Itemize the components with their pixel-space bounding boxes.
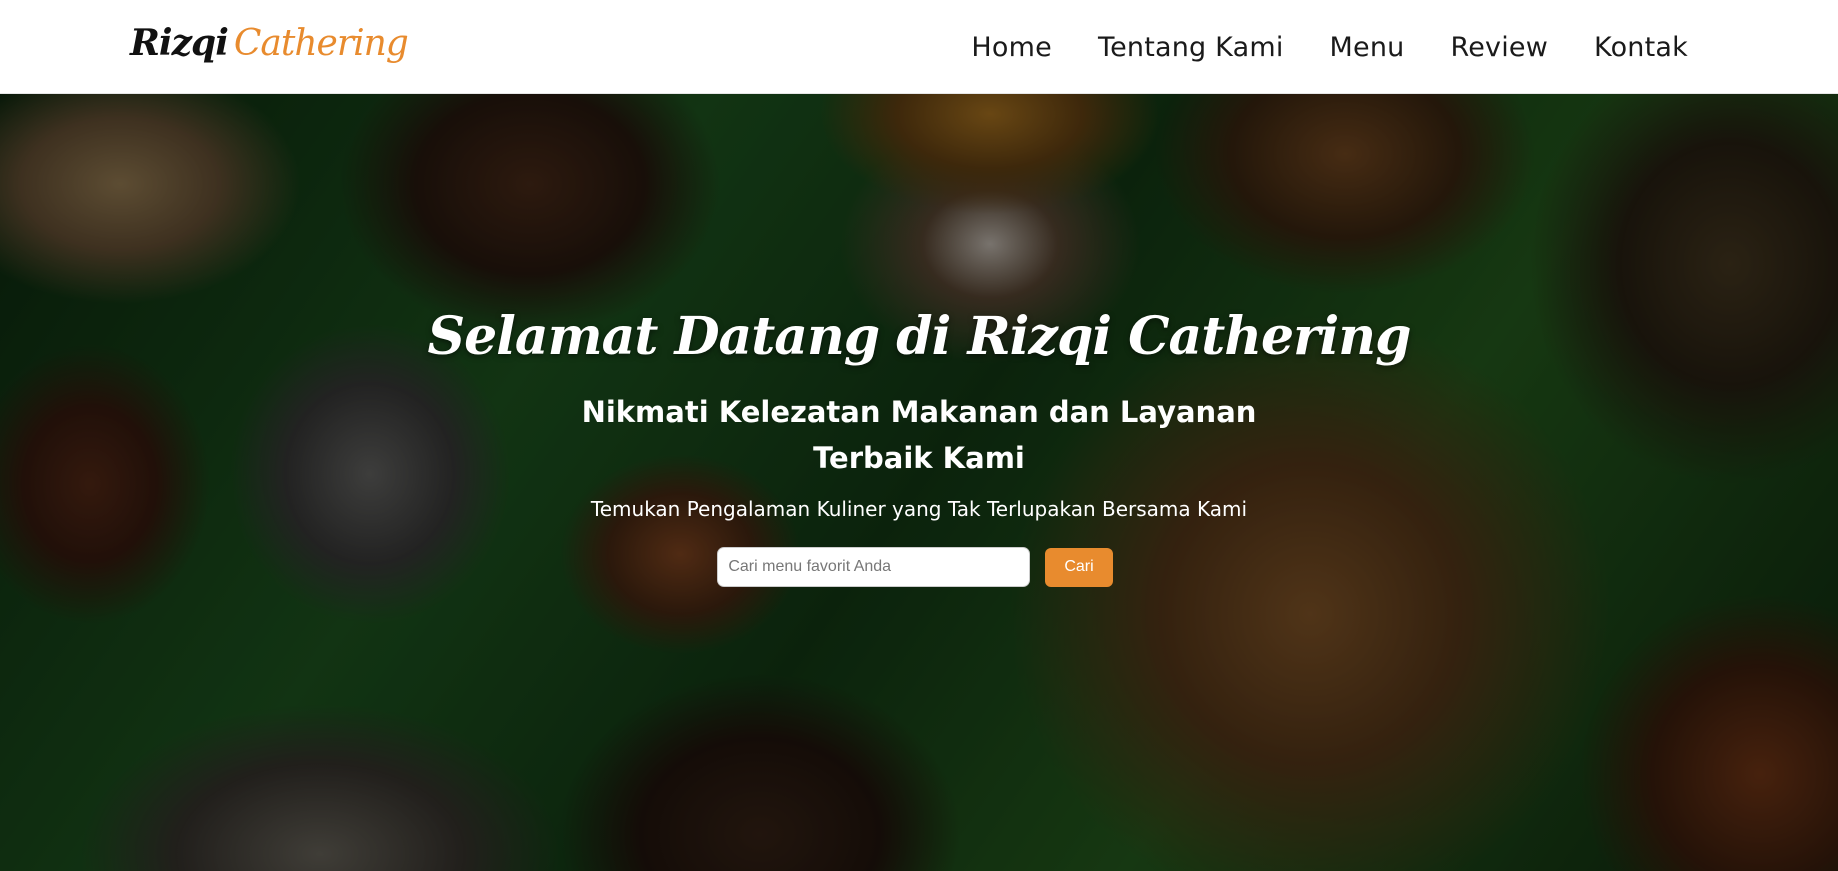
hero-section: Selamat Datang di Rizqi Cathering Nikmat… (0, 94, 1838, 871)
search-form: Cari (717, 547, 1113, 587)
nav-item-tentang-kami: Tentang Kami (1098, 32, 1284, 63)
logo-text-first: Rizqi (130, 22, 229, 64)
hero-content: Selamat Datang di Rizqi Cathering Nikmat… (0, 94, 1838, 871)
hero-subtitle: Nikmati Kelezatan Makanan dan Layanan Te… (581, 395, 1257, 475)
nav-link-tentang-kami[interactable]: Tentang Kami (1098, 32, 1284, 63)
nav-link-review[interactable]: Review (1450, 32, 1548, 63)
nav-link-home[interactable]: Home (971, 32, 1052, 63)
nav-item-home: Home (971, 32, 1052, 63)
nav-item-review: Review (1450, 32, 1548, 63)
site-logo[interactable]: Rizqi Cathering (130, 22, 409, 64)
search-input[interactable] (717, 547, 1031, 587)
nav-menu: Home Tentang Kami Menu Review Kontak (971, 0, 1688, 94)
nav-link-menu[interactable]: Menu (1330, 32, 1405, 63)
hero-title: Selamat Datang di Rizqi Cathering (427, 306, 1412, 367)
search-button[interactable]: Cari (1045, 547, 1113, 587)
logo-text-second: Cathering (233, 23, 409, 64)
nav-link-kontak[interactable]: Kontak (1594, 32, 1688, 63)
navbar: Rizqi Cathering Home Tentang Kami Menu Re… (0, 0, 1838, 94)
nav-item-menu: Menu (1330, 32, 1405, 63)
nav-item-kontak: Kontak (1594, 32, 1688, 63)
hero-tagline: Temukan Pengalaman Kuliner yang Tak Terl… (590, 497, 1248, 521)
